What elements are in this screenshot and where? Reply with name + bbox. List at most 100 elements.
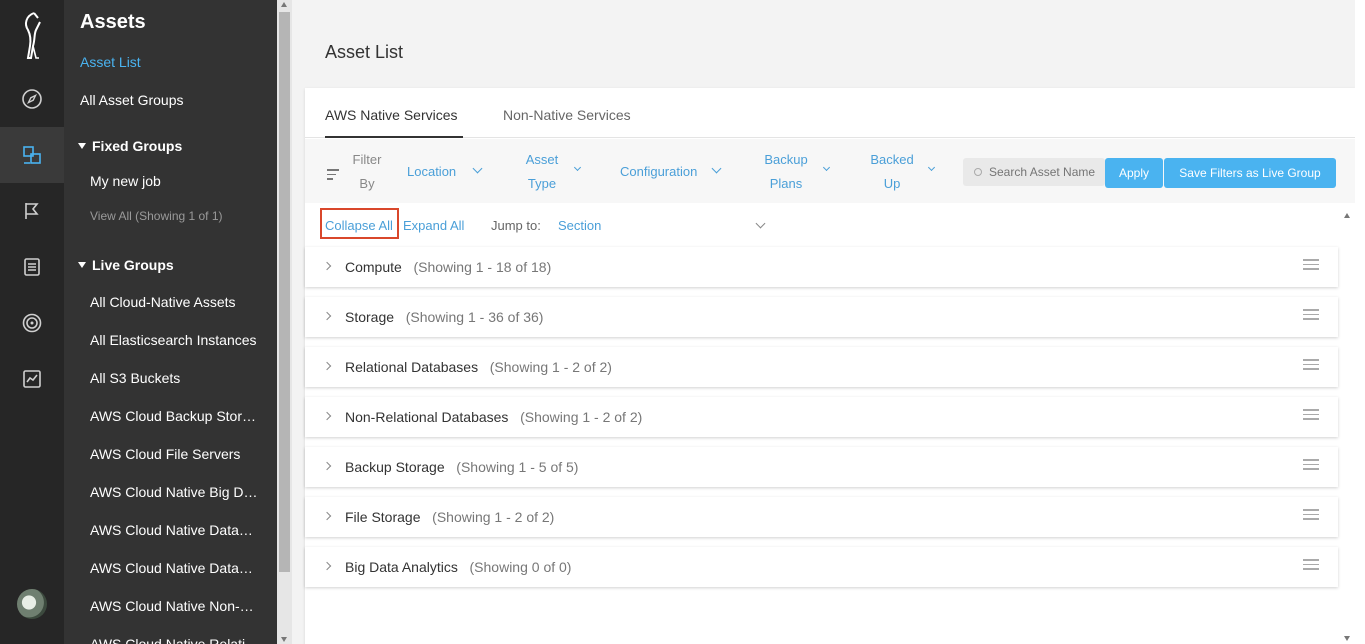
- search-icon: [974, 168, 982, 176]
- live-group-item[interactable]: AWS Cloud Native Databases: [90, 522, 260, 538]
- section-title: Backup Storage (Showing 1 - 5 of 5): [345, 459, 579, 475]
- tab-aws-native-services[interactable]: AWS Native Services: [325, 107, 458, 123]
- rail-item-reports[interactable]: [0, 239, 64, 295]
- main-content: Asset List AWS Native Services Non-Nativ…: [292, 0, 1365, 644]
- backed-up-filter[interactable]: Backed Up: [865, 148, 919, 196]
- target-icon: [22, 313, 42, 333]
- expand-all-link[interactable]: Expand All: [403, 218, 464, 233]
- collapse-all-highlight: [320, 208, 399, 239]
- fixed-groups-header[interactable]: Fixed Groups: [78, 138, 182, 154]
- chevron-right-icon[interactable]: [322, 461, 332, 471]
- drag-handle-icon[interactable]: [1303, 559, 1319, 575]
- chevron-right-icon[interactable]: [322, 561, 332, 571]
- live-group-item[interactable]: AWS Cloud Native Big Data: [90, 484, 260, 500]
- section-tools: Collapse All Expand All Jump to: Section: [305, 206, 1356, 246]
- chevron-down-icon[interactable]: [472, 163, 483, 174]
- fixed-group-item[interactable]: My new job: [90, 173, 260, 189]
- save-live-group-button[interactable]: Save Filters as Live Group: [1164, 158, 1336, 188]
- search-asset-input[interactable]: [963, 158, 1105, 186]
- chevron-right-icon[interactable]: [322, 261, 332, 271]
- filter-lines-icon: [327, 169, 339, 183]
- chevron-down-icon[interactable]: [573, 163, 582, 172]
- section-title: Non-Relational Databases (Showing 1 - 2 …: [345, 409, 643, 425]
- chart-icon: [23, 370, 41, 388]
- service-tabs: AWS Native Services Non-Native Services: [305, 88, 1356, 138]
- flag-icon: [25, 203, 39, 219]
- chevron-right-icon[interactable]: [322, 411, 332, 421]
- live-group-item[interactable]: AWS Cloud Native Relational: [90, 636, 260, 644]
- compass-icon: [22, 89, 42, 109]
- live-group-item[interactable]: All Elasticsearch Instances: [90, 332, 260, 348]
- drag-handle-icon[interactable]: [1303, 459, 1319, 475]
- caret-down-icon: [78, 262, 86, 268]
- section-row[interactable]: Non-Relational Databases (Showing 1 - 2 …: [305, 397, 1338, 437]
- nav-item-all-asset-groups[interactable]: All Asset Groups: [80, 92, 260, 108]
- section-row[interactable]: Relational Databases (Showing 1 - 2 of 2…: [305, 347, 1338, 387]
- chevron-down-icon[interactable]: [755, 218, 766, 229]
- configuration-filter[interactable]: Configuration: [620, 160, 697, 184]
- location-filter[interactable]: Location: [407, 160, 456, 184]
- drag-handle-icon[interactable]: [1303, 409, 1319, 425]
- caret-down-icon: [78, 143, 86, 149]
- drag-handle-icon[interactable]: [1303, 259, 1319, 275]
- live-group-item[interactable]: AWS Cloud Native Non-Relational: [90, 598, 260, 614]
- apply-button[interactable]: Apply: [1105, 158, 1163, 188]
- rail-item-policies[interactable]: [0, 183, 64, 239]
- live-group-item[interactable]: AWS Cloud Native Databases: [90, 560, 260, 576]
- page-title: Asset List: [325, 42, 404, 62]
- icon-rail: [0, 0, 64, 644]
- section-row[interactable]: Storage (Showing 1 - 36 of 36): [305, 297, 1338, 337]
- drag-handle-icon[interactable]: [1303, 509, 1319, 525]
- backup-plans-filter[interactable]: Backup Plans: [759, 148, 813, 196]
- filter-by-label: Filter By: [352, 152, 382, 191]
- rail-item-explore[interactable]: [0, 71, 64, 127]
- live-groups-label: Live Groups: [92, 257, 174, 273]
- bird-logo-icon[interactable]: [14, 10, 50, 62]
- fixed-groups-label: Fixed Groups: [92, 138, 183, 154]
- active-tab-indicator: [325, 136, 463, 138]
- filter-bar: Filter By Location Asset Type Configurat…: [305, 139, 1356, 203]
- section-row[interactable]: Backup Storage (Showing 1 - 5 of 5): [305, 447, 1338, 487]
- nav-item-asset-list[interactable]: Asset List: [80, 54, 260, 70]
- chevron-down-icon[interactable]: [927, 163, 936, 172]
- assets-nav: Assets Asset List All Asset Groups Fixed…: [64, 0, 277, 644]
- live-group-item[interactable]: All S3 Buckets: [90, 370, 260, 386]
- chevron-right-icon[interactable]: [322, 361, 332, 371]
- document-icon: [24, 258, 40, 276]
- scroll-down-icon[interactable]: [281, 637, 287, 642]
- nav-scrollbar[interactable]: [277, 0, 292, 644]
- fixed-groups-view-all[interactable]: View All (Showing 1 of 1): [90, 209, 260, 223]
- section-row[interactable]: File Storage (Showing 1 - 2 of 2): [305, 497, 1338, 537]
- rail-item-targets[interactable]: [0, 295, 64, 351]
- scroll-down-icon[interactable]: [1344, 636, 1350, 641]
- content-scrollbar[interactable]: [1339, 208, 1355, 644]
- live-group-item[interactable]: AWS Cloud File Servers: [90, 446, 260, 462]
- jump-to-section-select[interactable]: Section: [558, 218, 601, 233]
- live-group-item[interactable]: All Cloud-Native Assets: [90, 294, 260, 310]
- section-row[interactable]: Big Data Analytics (Showing 0 of 0): [305, 547, 1338, 587]
- avatar[interactable]: [17, 589, 47, 619]
- drag-handle-icon[interactable]: [1303, 359, 1319, 375]
- chevron-down-icon[interactable]: [822, 163, 831, 172]
- nav-title: Assets: [80, 11, 146, 33]
- live-groups-header[interactable]: Live Groups: [78, 257, 174, 273]
- section-row[interactable]: Compute (Showing 1 - 18 of 18): [305, 247, 1338, 287]
- section-title: Compute (Showing 1 - 18 of 18): [345, 259, 552, 275]
- rail-item-assets[interactable]: [0, 127, 64, 183]
- jump-to-label: Jump to:: [491, 218, 541, 233]
- chevron-down-icon[interactable]: [711, 163, 722, 174]
- scroll-up-icon[interactable]: [1344, 213, 1350, 218]
- nav-scrollbar-thumb[interactable]: [279, 12, 290, 572]
- tab-non-native-services[interactable]: Non-Native Services: [503, 107, 631, 123]
- section-title: Relational Databases (Showing 1 - 2 of 2…: [345, 359, 612, 375]
- live-group-item[interactable]: AWS Cloud Backup Storage: [90, 408, 260, 424]
- chevron-right-icon[interactable]: [322, 311, 332, 321]
- right-edge: [1355, 0, 1365, 644]
- drag-handle-icon[interactable]: [1303, 309, 1319, 325]
- rail-item-analytics[interactable]: [0, 351, 64, 407]
- chevron-right-icon[interactable]: [322, 511, 332, 521]
- scroll-up-icon[interactable]: [281, 2, 287, 7]
- asset-type-filter[interactable]: Asset Type: [519, 148, 565, 196]
- section-title: Storage (Showing 1 - 36 of 36): [345, 309, 544, 325]
- assets-icon: [23, 146, 41, 164]
